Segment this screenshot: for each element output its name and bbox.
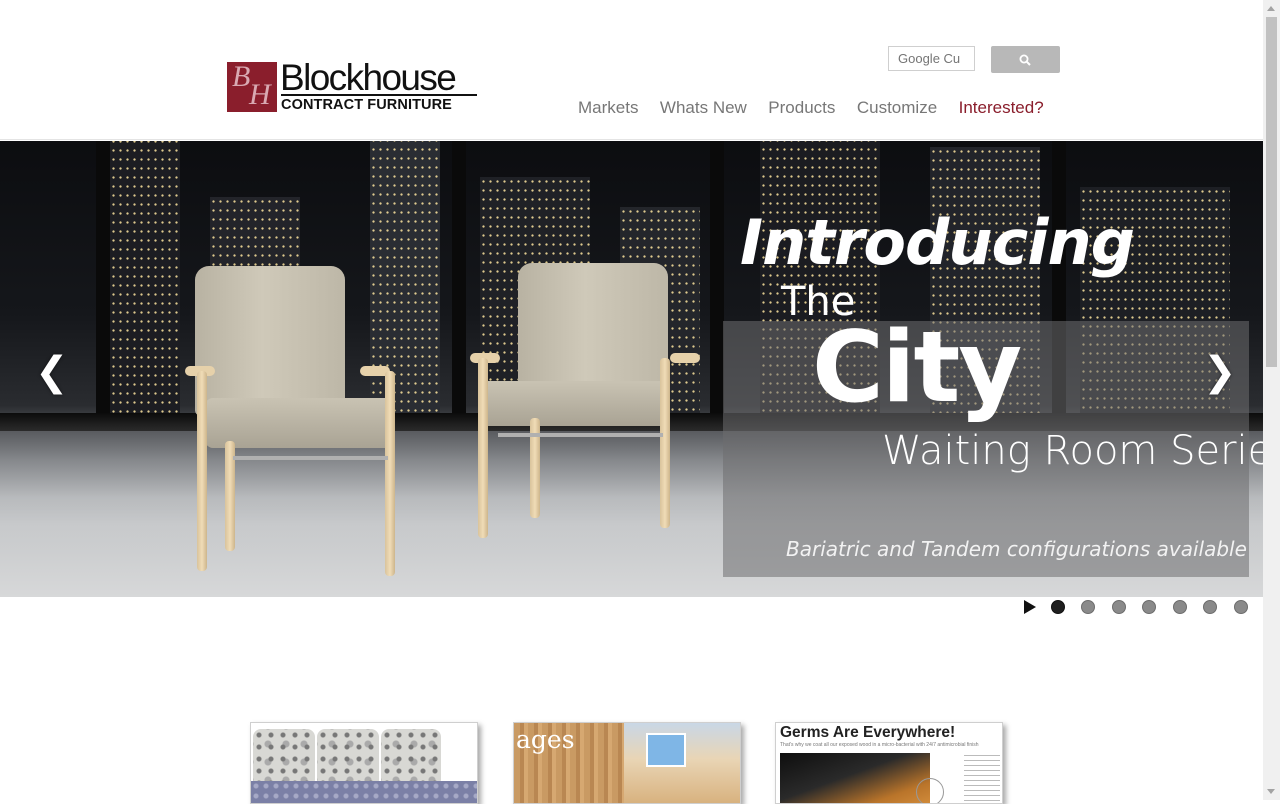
scrollbar-thumb[interactable]: [1266, 17, 1277, 367]
germs-photo: [780, 753, 930, 803]
hero-slide[interactable]: Introducing The City Waiting Room Series…: [0, 141, 1263, 597]
thumbnail-germs-subtitle: That's why we coat all our exposed wood …: [780, 742, 979, 748]
hero-series: Waiting Room Series: [882, 428, 1263, 474]
logo-monogram-b: B: [232, 60, 251, 93]
scroll-up-arrow-icon[interactable]: [1267, 6, 1275, 11]
slider-dot-3[interactable]: [1111, 600, 1126, 614]
slider-next-button[interactable]: ❯: [1203, 352, 1237, 392]
nav-interested[interactable]: Interested?: [959, 98, 1044, 118]
chair-seat: [480, 381, 670, 426]
slider-dot-4[interactable]: [1142, 600, 1157, 614]
slider-prev-button[interactable]: ❮: [35, 352, 69, 392]
logo-monogram: B H: [227, 60, 277, 112]
hero-headline: Introducing: [740, 206, 1135, 279]
chair-back: [195, 266, 345, 416]
logo-monogram-h: H: [249, 78, 271, 111]
nav-markets[interactable]: Markets: [578, 98, 638, 118]
chair-leg: [478, 358, 488, 538]
header-divider: [0, 139, 1263, 140]
logo-name: Blockhouse: [280, 57, 457, 98]
chair-leg: [660, 358, 670, 528]
window-frame: [710, 141, 724, 431]
thumbnail-chairs[interactable]: [250, 722, 478, 804]
slider-dot-1[interactable]: [1051, 600, 1065, 614]
chair-back: [518, 263, 668, 398]
window-frame: [452, 141, 466, 431]
chair-back-pattern: [381, 729, 441, 783]
thumbnail-germs-title: Germs Are Everywhere!: [780, 724, 956, 741]
search-icon: [1019, 54, 1031, 66]
scroll-down-arrow-icon[interactable]: [1267, 789, 1275, 794]
hero-product-name: City: [812, 311, 1022, 425]
search-box[interactable]: [888, 46, 975, 71]
chair-bar: [233, 456, 388, 460]
thumbnail-room[interactable]: ages: [513, 722, 741, 804]
chair-leg: [385, 371, 395, 576]
nav-products[interactable]: Products: [768, 98, 835, 118]
logo[interactable]: B H Blockhouse CONTRACT FURNITURE: [226, 57, 478, 114]
chair-leg: [197, 371, 207, 571]
chair-bar: [498, 433, 663, 437]
skyline-building: [110, 141, 180, 427]
slider-dot-5[interactable]: [1172, 600, 1187, 614]
chair-back-pattern: [317, 729, 379, 783]
chair-arm: [670, 353, 700, 363]
slider-dot-2[interactable]: [1081, 600, 1096, 614]
search-input[interactable]: [889, 47, 973, 70]
chair-seat: [205, 398, 395, 448]
thumbnail-room-text: ages: [516, 725, 575, 754]
chair-right: [470, 263, 700, 538]
scrollbar[interactable]: [1263, 0, 1280, 800]
germs-text-lines: [964, 755, 1000, 801]
room-window: [646, 733, 686, 767]
nav-whats-new[interactable]: Whats New: [660, 98, 747, 118]
main-nav: Markets Whats New Products Customize Int…: [578, 98, 1044, 120]
logo-tagline: CONTRACT FURNITURE: [281, 97, 452, 113]
germs-callout: [916, 778, 944, 803]
slider-pagination: [1051, 600, 1280, 614]
search-button[interactable]: [991, 46, 1060, 73]
nav-customize[interactable]: Customize: [857, 98, 937, 118]
slider-play-button[interactable]: [1023, 600, 1037, 614]
chair-left: [185, 266, 400, 576]
slider-dot-7[interactable]: [1233, 600, 1248, 614]
slider-dot-6[interactable]: [1203, 600, 1218, 614]
chair-back-pattern: [253, 729, 315, 783]
thumbnail-germs[interactable]: Germs Are Everywhere! That's why we coat…: [775, 722, 1003, 804]
logo-divider: [281, 94, 477, 96]
window-frame: [96, 141, 110, 431]
play-icon: [1024, 600, 1036, 614]
hero-tagline: Bariatric and Tandem configurations avai…: [786, 537, 1247, 561]
